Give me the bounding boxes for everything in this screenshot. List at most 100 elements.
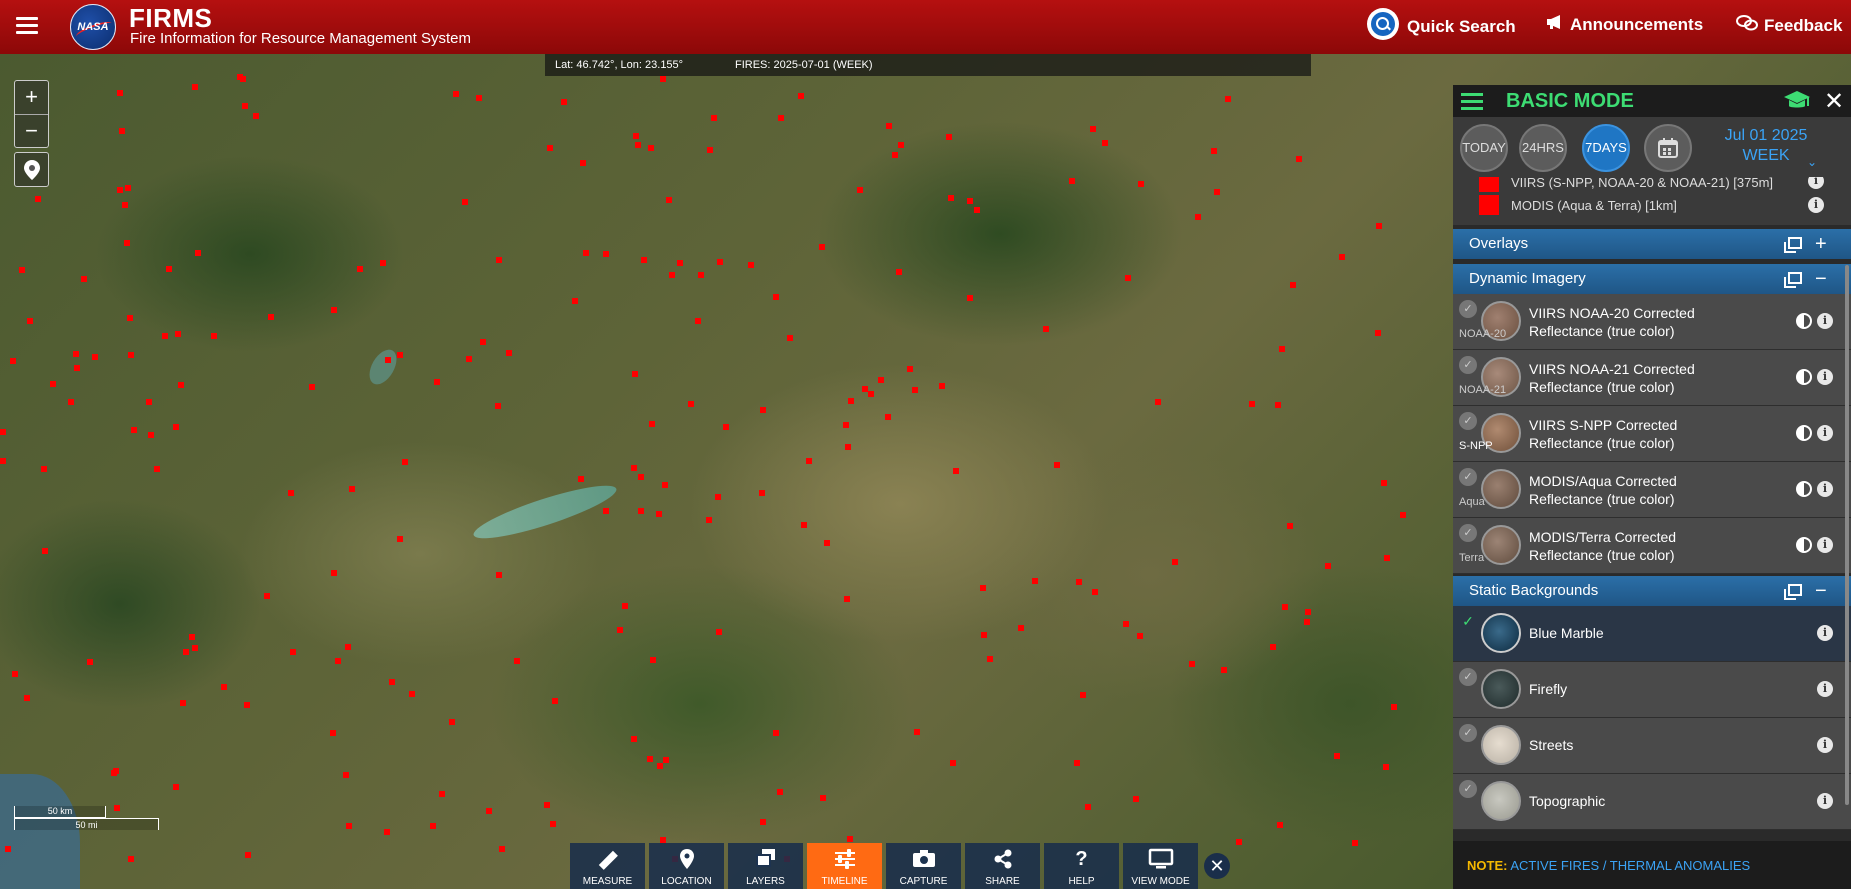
panel-menu-icon[interactable] <box>1461 93 1483 114</box>
fire-marker[interactable] <box>662 482 668 488</box>
expand-plus-icon[interactable]: + <box>1815 229 1827 259</box>
fire-marker[interactable] <box>1137 633 1143 639</box>
collapse-minus-icon[interactable]: − <box>1815 576 1827 606</box>
chevron-down-icon[interactable]: ⌄ <box>1807 155 1817 169</box>
fire-marker[interactable] <box>466 356 472 362</box>
fire-marker[interactable] <box>677 260 683 266</box>
fire-marker[interactable] <box>886 123 892 129</box>
fire-marker[interactable] <box>343 772 349 778</box>
fire-marker[interactable] <box>1076 579 1082 585</box>
fire-marker[interactable] <box>117 90 123 96</box>
fire-marker[interactable] <box>1092 589 1098 595</box>
fire-marker[interactable] <box>632 371 638 377</box>
fire-marker[interactable] <box>748 262 754 268</box>
today-button[interactable]: TODAY <box>1460 124 1508 172</box>
fire-marker[interactable] <box>648 145 654 151</box>
fire-marker[interactable] <box>946 134 952 140</box>
fire-marker[interactable] <box>953 468 959 474</box>
fire-marker[interactable] <box>1085 804 1091 810</box>
opacity-icon[interactable] <box>1796 313 1812 329</box>
fire-marker[interactable] <box>183 649 189 655</box>
background-streets[interactable]: ✓ Streets i <box>1453 718 1851 774</box>
fire-marker[interactable] <box>1080 692 1086 698</box>
fire-marker[interactable] <box>1279 346 1285 352</box>
fire-layer-viirs[interactable]: VIIRS (S-NPP, NOAA-20 & NOAA-21) [375m] <box>1479 177 1773 193</box>
fire-marker[interactable] <box>495 403 501 409</box>
check-icon[interactable]: ✓ <box>1459 612 1477 630</box>
fire-marker[interactable] <box>162 333 168 339</box>
info-icon[interactable]: i <box>1817 481 1833 497</box>
fire-marker[interactable] <box>1249 401 1255 407</box>
zoom-out-button[interactable]: − <box>15 114 48 147</box>
quick-search-button[interactable]: Quick Search <box>1367 8 1516 40</box>
fire-marker[interactable] <box>264 593 270 599</box>
fire-marker[interactable] <box>1383 764 1389 770</box>
fire-marker[interactable] <box>128 352 134 358</box>
fire-marker[interactable] <box>499 846 505 852</box>
fire-marker[interactable] <box>688 401 694 407</box>
fire-marker[interactable] <box>1043 326 1049 332</box>
fire-marker[interactable] <box>760 407 766 413</box>
fire-marker[interactable] <box>514 658 520 664</box>
fire-marker[interactable] <box>1339 254 1345 260</box>
fire-marker[interactable] <box>723 424 729 430</box>
view-mode-button[interactable]: VIEW MODE <box>1123 843 1198 889</box>
fire-marker[interactable] <box>572 298 578 304</box>
fire-marker[interactable] <box>146 399 152 405</box>
panel-scrollbar[interactable] <box>1845 265 1849 805</box>
fire-marker[interactable] <box>848 398 854 404</box>
fire-marker[interactable] <box>649 421 655 427</box>
fire-marker[interactable] <box>635 142 641 148</box>
7days-button[interactable]: 7DAYS <box>1582 124 1630 172</box>
check-icon[interactable]: ✓ <box>1459 356 1477 374</box>
fire-marker[interactable] <box>561 99 567 105</box>
copy-icon[interactable] <box>1784 237 1802 253</box>
fire-marker[interactable] <box>131 427 137 433</box>
fire-marker[interactable] <box>335 658 341 664</box>
fire-marker[interactable] <box>496 572 502 578</box>
fire-marker[interactable] <box>119 128 125 134</box>
fire-marker[interactable] <box>663 757 669 763</box>
fire-marker[interactable] <box>912 387 918 393</box>
fire-marker[interactable] <box>1032 578 1038 584</box>
fire-marker[interactable] <box>878 377 884 383</box>
fire-marker[interactable] <box>980 585 986 591</box>
fire-marker[interactable] <box>178 382 184 388</box>
fire-marker[interactable] <box>669 272 675 278</box>
fire-marker[interactable] <box>128 856 134 862</box>
fire-marker[interactable] <box>397 352 403 358</box>
fire-marker[interactable] <box>211 333 217 339</box>
check-icon[interactable]: ✓ <box>1459 468 1477 486</box>
fire-marker[interactable] <box>1155 399 1161 405</box>
info-icon[interactable]: i <box>1817 313 1833 329</box>
dynamic-layer-snpp[interactable]: ✓ S-NPP VIIRS S-NPP Corrected Reflectanc… <box>1453 406 1851 462</box>
fire-marker[interactable] <box>638 474 644 480</box>
copy-icon[interactable] <box>1784 584 1802 600</box>
fire-marker[interactable] <box>759 490 765 496</box>
main-menu-icon[interactable] <box>16 17 38 35</box>
fire-marker[interactable] <box>820 795 826 801</box>
zoom-in-button[interactable]: + <box>15 81 48 114</box>
fire-marker[interactable] <box>583 250 589 256</box>
fire-marker[interactable] <box>290 649 296 655</box>
fire-marker[interactable] <box>641 257 647 263</box>
fire-marker[interactable] <box>914 729 920 735</box>
fire-marker[interactable] <box>192 84 198 90</box>
location-button[interactable]: LOCATION <box>649 843 724 889</box>
background-topographic[interactable]: ✓ Topographic i <box>1453 774 1851 830</box>
fire-marker[interactable] <box>706 517 712 523</box>
fire-marker[interactable] <box>631 465 637 471</box>
fire-marker[interactable] <box>950 760 956 766</box>
fire-marker[interactable] <box>81 276 87 282</box>
fire-marker[interactable] <box>1138 181 1144 187</box>
fire-marker[interactable] <box>1282 604 1288 610</box>
background-blue-marble[interactable]: ✓ Blue Marble i <box>1453 606 1851 662</box>
fire-marker[interactable] <box>1074 760 1080 766</box>
fire-marker[interactable] <box>380 260 386 266</box>
fire-marker[interactable] <box>244 702 250 708</box>
fire-marker[interactable] <box>253 113 259 119</box>
fire-marker[interactable] <box>695 318 701 324</box>
fire-marker[interactable] <box>657 763 663 769</box>
fire-marker[interactable] <box>716 629 722 635</box>
fire-marker[interactable] <box>1211 148 1217 154</box>
